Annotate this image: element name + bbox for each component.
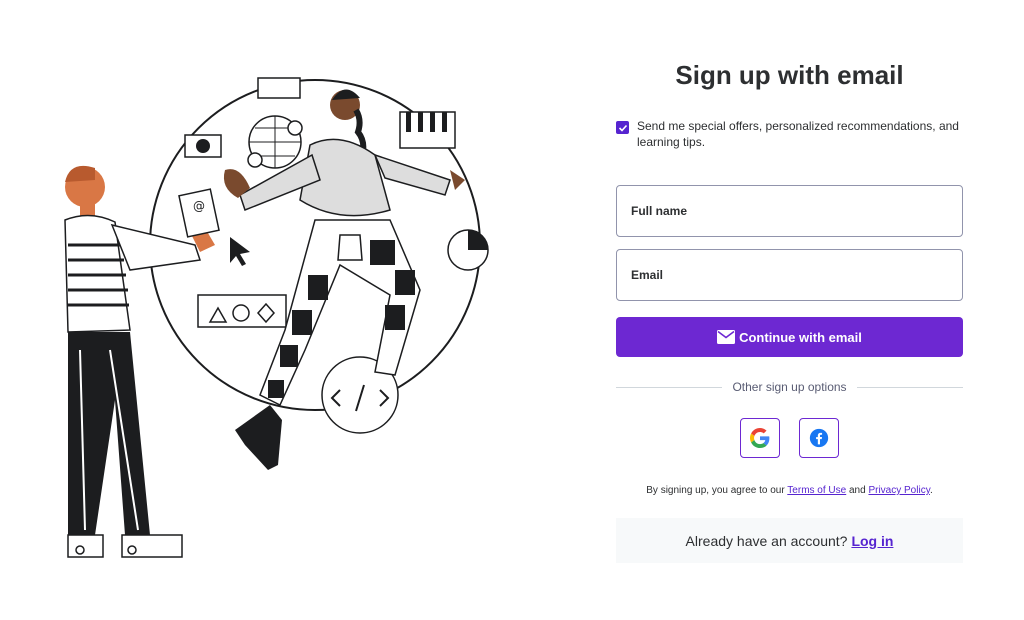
- terms-of-use-link[interactable]: Terms of Use: [787, 485, 846, 496]
- other-options-divider: Other sign up options: [616, 380, 964, 394]
- optin-checkbox[interactable]: [616, 121, 629, 134]
- checkmark-icon: [618, 124, 627, 132]
- envelope-icon: [717, 330, 736, 344]
- divider-line-left: [616, 386, 723, 388]
- email-input[interactable]: [617, 250, 962, 300]
- login-link[interactable]: Log in: [851, 533, 893, 549]
- full-name-field[interactable]: [616, 185, 963, 237]
- privacy-policy-link[interactable]: Privacy Policy: [868, 485, 930, 496]
- login-prompt-text: Already have an account?: [685, 532, 848, 549]
- marketing-optin[interactable]: Send me special offers, personalized rec…: [616, 118, 963, 150]
- login-prompt-box: Already have an account? Log in: [616, 518, 963, 563]
- terms-and: and: [848, 485, 866, 496]
- facebook-icon: [809, 428, 829, 448]
- email-field[interactable]: [616, 249, 963, 301]
- terms-prefix: By signing up, you agree to our: [646, 485, 785, 496]
- divider-line-right: [856, 386, 964, 388]
- other-options-label: Other sign up options: [732, 380, 847, 394]
- page-title: Sign up with email: [675, 60, 904, 90]
- terms-notice: By signing up, you agree to our Terms of…: [616, 485, 963, 496]
- google-icon: [750, 428, 770, 448]
- optin-label: Send me special offers, personalized rec…: [637, 119, 959, 149]
- svg-text:@: @: [193, 199, 205, 213]
- google-signup-button[interactable]: [740, 418, 780, 458]
- hero-illustration: @: [40, 60, 500, 590]
- terms-suffix: .: [929, 485, 933, 496]
- continue-with-email-button[interactable]: Continue with email: [616, 317, 963, 357]
- facebook-signup-button[interactable]: [799, 418, 839, 458]
- full-name-input[interactable]: [617, 186, 962, 236]
- continue-button-label: Continue with email: [739, 329, 862, 345]
